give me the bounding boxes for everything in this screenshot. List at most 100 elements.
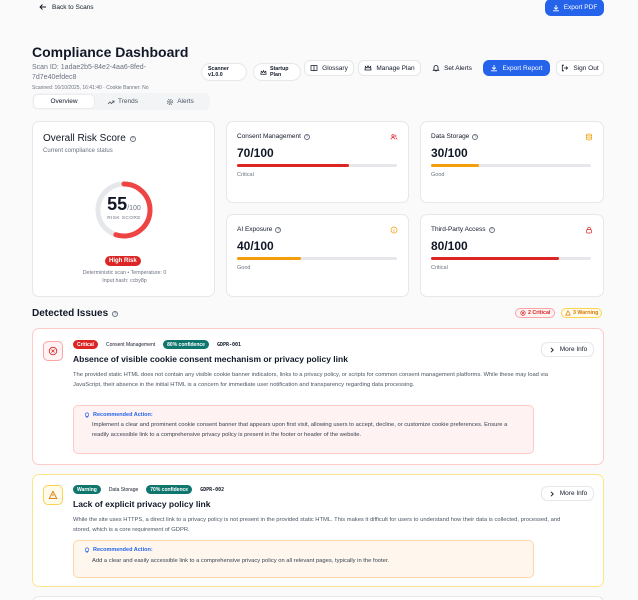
recommended-action-box: Recommended Action: Add a clear and easi… (73, 540, 534, 578)
metric-progress-track (237, 164, 397, 167)
metric-status: Critical (431, 265, 448, 271)
manage-plan-button[interactable]: Manage Plan (358, 60, 421, 76)
metric-card-ai-exposure: AI Exposure? 40/100 Good (226, 214, 409, 297)
download-icon (490, 64, 498, 72)
metric-status: Critical (237, 172, 254, 178)
lightbulb-icon (84, 547, 90, 553)
plan-badge: Startup Plan (253, 63, 301, 81)
scan-id: Scan ID: 1adae2b5-84e2-4aa6-8fed- 7d7e40… (32, 63, 146, 83)
issue-tags: Warning Data Storage 70% confidence GDPR… (73, 485, 228, 494)
risk-level-badge: High Risk (105, 256, 141, 266)
book-icon (310, 64, 318, 72)
tab-overview-label: Overview (50, 98, 78, 105)
tab-bar: Overview Trends Alerts (32, 93, 210, 110)
metric-title: AI Exposure? (237, 226, 282, 233)
metric-value: 80/100 (431, 239, 468, 253)
sign-out-button[interactable]: Sign Out (556, 60, 604, 76)
help-icon[interactable]: ? (275, 226, 282, 233)
lightbulb-icon (84, 412, 90, 418)
more-info-label: More Info (559, 346, 588, 353)
crown-icon (259, 68, 267, 76)
gear-icon (166, 98, 174, 106)
help-icon[interactable]: ? (303, 133, 310, 140)
issue-card: Warning Data Storage 70% confidence GDPR… (32, 474, 604, 587)
set-alerts-label: Set Alerts (444, 64, 472, 72)
metric-card-third-party: Third-Party Access? 80/100 Critical (420, 214, 604, 297)
plan-badge-line2: Plan (270, 72, 282, 78)
set-alerts-button[interactable]: Set Alerts (425, 60, 479, 76)
code-badge: GDPR-002 (200, 486, 225, 493)
download-icon (552, 4, 560, 12)
tab-alerts[interactable]: Alerts (152, 95, 208, 108)
export-report-button[interactable]: Export Report (483, 60, 550, 76)
risk-title: Overall Risk Score ? (43, 133, 136, 144)
confidence-badge: 80% confidence (163, 340, 209, 349)
page-title: Compliance Dashboard (32, 44, 189, 60)
metric-title-label: Third-Party Access (431, 226, 486, 233)
more-info-button[interactable]: More Info (541, 342, 594, 357)
warning-count-badge: 3 Warning (561, 308, 603, 318)
scanner-badge-line2: v1.0.0 (208, 72, 223, 78)
glossary-button[interactable]: Glossary (304, 60, 354, 76)
export-report-label: Export Report (502, 64, 543, 72)
export-pdf-label: Export PDF (563, 4, 598, 11)
detected-issues-heading: Detected Issues ? (32, 308, 119, 319)
tab-alerts-label: Alerts (177, 98, 194, 105)
issue-card-partial (32, 596, 604, 600)
critical-count-label: 2 Critical (528, 310, 551, 316)
issue-title: Lack of explicit privacy policy link (73, 499, 211, 509)
issue-tags: Critical Consent Management 80% confiden… (73, 340, 245, 349)
metric-title-label: Data Storage (431, 133, 470, 140)
metric-progress-fill (431, 164, 479, 167)
metric-title-label: AI Exposure (237, 226, 273, 233)
recommended-action-title: Recommended Action: (84, 412, 153, 418)
lock-icon (585, 226, 593, 236)
issue-card: Critical Consent Management 80% confiden… (32, 328, 604, 465)
trending-up-icon (107, 98, 115, 106)
risk-note-2: Input hash: ccby8p (102, 278, 147, 284)
more-info-label: More Info (559, 490, 588, 497)
help-icon[interactable]: ? (472, 133, 479, 140)
back-to-scans-link[interactable]: Back to Scans (39, 3, 94, 11)
recommended-action-box: Recommended Action: Implement a clear an… (73, 405, 534, 454)
metric-progress-fill (237, 257, 301, 260)
metric-title: Consent Management? (237, 133, 310, 140)
manage-plan-label: Manage Plan (376, 64, 415, 72)
bell-icon (432, 64, 440, 72)
help-icon[interactable]: ? (488, 226, 495, 233)
users-icon (390, 133, 398, 143)
risk-score-label: RISK SCORE (107, 216, 141, 221)
recommended-action-label: Recommended Action: (93, 547, 153, 553)
tab-trends-label: Trends (118, 98, 138, 105)
metric-progress-fill (237, 164, 349, 167)
metric-progress-track (431, 257, 591, 260)
recommended-action-text: Add a clear and easily accessible link t… (92, 558, 390, 564)
risk-score-value: 55 (107, 194, 128, 214)
metric-card-data-storage: Data Storage? 30/100 Good (420, 121, 604, 203)
metric-card-consent: Consent Management? 70/100 Critical (226, 121, 409, 203)
info-icon (390, 226, 398, 236)
risk-score-max: /100 (127, 205, 141, 212)
category-badge: Consent Management (105, 341, 156, 348)
scanned-meta: Scanned: 16/10/2025, 16:41:40 · Cookie B… (32, 85, 149, 91)
scan-id-line1: Scan ID: 1adae2b5-84e2-4aa6-8fed- (32, 64, 147, 71)
x-circle-icon (520, 310, 526, 316)
critical-count-badge: 2 Critical (515, 308, 556, 318)
export-pdf-button[interactable]: Export PDF (545, 0, 604, 16)
category-badge: Data Storage (108, 486, 139, 493)
crown-icon (364, 64, 372, 72)
log-out-icon (561, 64, 569, 72)
metric-value: 40/100 (237, 239, 274, 253)
more-info-button[interactable]: More Info (541, 486, 594, 501)
issue-title: Absence of visible cookie consent mechan… (73, 354, 348, 364)
warning-count-label: 3 Warning (573, 310, 599, 316)
help-icon[interactable]: ? (129, 135, 136, 142)
tab-overview[interactable]: Overview (34, 95, 94, 108)
metric-progress-track (237, 257, 397, 260)
help-icon[interactable]: ? (112, 310, 119, 317)
x-circle-icon (43, 341, 63, 361)
confidence-badge: 70% confidence (146, 485, 193, 494)
tab-trends[interactable]: Trends (95, 95, 150, 108)
metric-status: Good (237, 265, 251, 271)
metric-title: Third-Party Access? (431, 226, 495, 233)
